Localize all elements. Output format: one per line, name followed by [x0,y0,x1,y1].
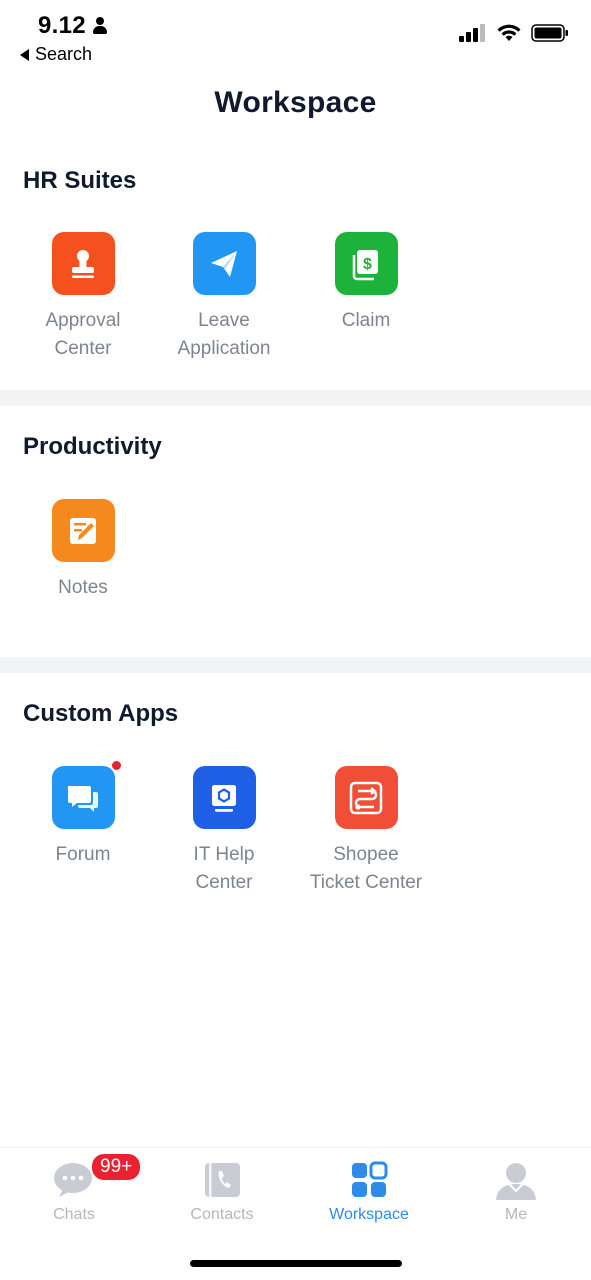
home-indicator [190,1260,402,1267]
monitor-icon [192,766,256,829]
nav-label: Workspace [329,1206,409,1223]
unread-badge: 99+ [90,1152,143,1182]
person-status-icon [92,17,108,35]
notification-dot [109,759,123,772]
contacts-book-icon [200,1158,244,1202]
signal-icon [459,24,485,42]
svg-text:$: $ [363,256,372,273]
app-label: Approval Center [45,310,121,359]
app-leave-application[interactable]: Leave Application [154,232,294,363]
nav-item-workspace[interactable]: Workspace [309,1158,429,1224]
status-indicators [459,24,569,42]
status-time: 9.12 [38,12,108,40]
nav-item-contacts[interactable]: Contacts [162,1158,282,1224]
nav-item-me[interactable]: Me [456,1158,576,1224]
paper-plane-icon [192,232,256,295]
section-title-hr-suites: HR Suites [23,167,137,194]
app-notes[interactable]: Notes [13,499,153,602]
nav-label: Contacts [190,1206,254,1223]
chat-bubbles-icon [51,759,123,829]
nav-label: Me [504,1206,528,1223]
back-arrow-icon [20,48,29,61]
app-label: Forum [55,844,111,865]
clock-text: 9.12 [38,12,86,39]
app-label: Notes [58,577,108,598]
section-divider [0,657,591,673]
app-claim[interactable]: $ Claim [296,232,436,335]
battery-icon [531,24,568,42]
app-label: Shopee Ticket Center [309,844,423,893]
back-to-search-button[interactable]: Search [20,44,92,65]
app-approval-center[interactable]: Approval Center [13,232,153,363]
section-title-custom-apps: Custom Apps [23,700,179,727]
page-title: Workspace [214,86,377,119]
section-divider [0,390,591,406]
app-forum[interactable]: Forum [13,759,153,869]
app-shopee-ticket-center[interactable]: Shopee Ticket Center [296,766,436,897]
dollar-receipt-icon: $ [334,232,398,295]
person-icon [494,1158,538,1202]
app-label: Leave Application [177,310,271,359]
note-pencil-icon [51,499,115,562]
nav-label: Chats [53,1206,95,1223]
back-label: Search [35,44,93,64]
wifi-icon [497,24,521,41]
route-icon [334,766,398,829]
app-it-help-center[interactable]: IT Help Center [154,766,294,897]
stamp-icon [51,232,115,295]
app-label: Claim [341,310,391,331]
nav-item-chats[interactable]: 99+ Chats [14,1152,143,1224]
section-title-productivity: Productivity [23,433,162,460]
grid-apps-icon [347,1158,391,1202]
chat-icon: 99+ [52,1152,143,1202]
app-label: IT Help Center [193,844,255,893]
